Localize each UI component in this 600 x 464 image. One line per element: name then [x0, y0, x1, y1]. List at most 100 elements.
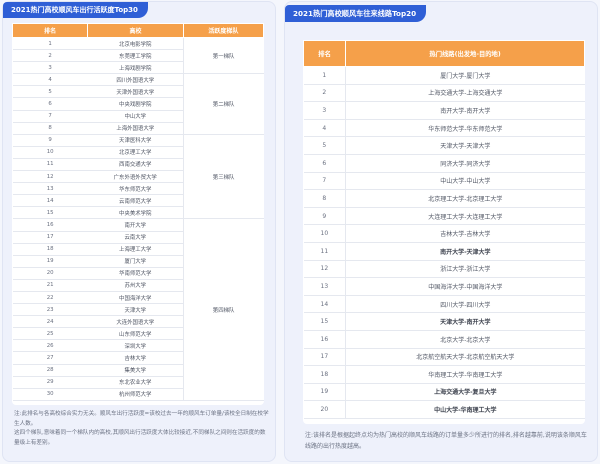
route-cell: 厦门大学-厦门大学 — [345, 66, 585, 85]
routes-table-header-row: 排名 热门线路(出发地-目的地) — [302, 40, 585, 67]
school-cell: 中山大学 — [87, 110, 184, 123]
school-cell: 西南交通大学 — [87, 158, 184, 172]
routes-table-body: 1 厦门大学-厦门大学 2 上海交通大学-上海交通大学 3 南开大学-南开大学 4 华东师范大… — [303, 66, 585, 419]
route-cell: 华南理工大学-华南理工大学 — [345, 365, 585, 384]
route-cell: 华东师范大学-华东师范大学 — [345, 119, 585, 138]
rank-cell: 5 — [12, 85, 88, 99]
school-cell: 华东师范大学 — [87, 182, 184, 196]
rank-cell: 29 — [12, 376, 88, 389]
route-cell: 浙江大学-浙江大学 — [345, 260, 585, 279]
activity-title-banner: 2021热门高校顺风车出行活跃度Top30 — [3, 2, 148, 18]
school-cell: 中国海洋大学 — [87, 291, 184, 305]
table-row: 17 北京航空航天大学-北京航空航天大学 — [303, 348, 585, 367]
school-cell: 吉林大学 — [87, 351, 184, 365]
school-cell: 上海理工大学 — [87, 243, 184, 256]
school-cell: 华南师范大学 — [87, 267, 184, 280]
routes-title-banner: 2021热门高校顺风车往来线路Top20 — [285, 5, 427, 22]
school-cell: 东北农业大学 — [87, 376, 184, 389]
rank-cell: 11 — [303, 242, 347, 261]
rank-cell: 11 — [12, 158, 88, 172]
rank-cell: 21 — [12, 279, 88, 292]
route-cell: 北京理工大学-北京理工大学 — [345, 189, 585, 208]
table-row: 9 大连理工大学-大连理工大学 — [303, 207, 585, 226]
table-row: 1 厦门大学-厦门大学 — [303, 66, 585, 85]
rank-cell: 4 — [12, 73, 88, 87]
table-row: 11 南开大学-天津大学 — [303, 242, 585, 261]
school-cell: 杭州师范大学 — [87, 388, 184, 401]
route-cell: 北京航空航天大学-北京航空航天大学 — [345, 348, 585, 367]
table-row: 4 四川外国语大学 第二梯队 — [12, 73, 264, 135]
table-row: 9 天津医科大学 第三梯队 — [12, 134, 264, 220]
rank-cell: 14 — [303, 295, 347, 314]
table-row: 5 天津大学-天津大学 — [303, 136, 585, 155]
table-row: 15 天津大学-南开大学 — [303, 312, 585, 331]
route-cell: 中山大学-华南理工大学 — [345, 400, 585, 419]
rank-cell: 7 — [303, 172, 347, 191]
route-cell: 四川大学-四川大学 — [345, 295, 585, 314]
rank-cell: 14 — [12, 194, 88, 208]
rank-cell: 19 — [303, 383, 347, 402]
table-row: 18 华南理工大学-华南理工大学 — [303, 365, 585, 384]
table-row: 1 北京电影学院 第一梯队 — [12, 37, 264, 75]
table-row: 13 中国海洋大学-中国海洋大学 — [303, 277, 585, 296]
tier-cell: 第四梯队 — [182, 218, 264, 401]
rank-cell: 8 — [12, 122, 88, 135]
route-cell: 同济大学-同济大学 — [345, 154, 585, 173]
school-cell: 东莞理工学院 — [87, 49, 184, 63]
table-row: 4 华东师范大学-华东师范大学 — [303, 119, 585, 138]
activity-panel: 2021热门高校顺风车出行活跃度Top30 排名 高校 活跃度梯队 1 北京电影学… — [2, 1, 276, 462]
rank-cell: 12 — [12, 170, 88, 184]
table-row: 2 上海交通大学-上海交通大学 — [303, 84, 585, 103]
rank-cell: 20 — [303, 400, 347, 419]
school-cell: 深圳大学 — [87, 339, 184, 353]
activity-footnote-line-2: 这四个梯队,意味着同一个梯队内的高校,其顺风出行活跃度大体比较接近,不同梯队之间… — [14, 430, 266, 446]
rank-cell: 3 — [303, 101, 347, 120]
rank-cell: 15 — [12, 206, 88, 220]
rank-cell: 18 — [12, 243, 88, 256]
header-tier: 活跃度梯队 — [182, 23, 265, 38]
rank-cell: 16 — [12, 218, 88, 232]
table-row: 16 北京大学-北京大学 — [303, 330, 585, 349]
rank-cell: 23 — [12, 303, 88, 317]
header-school: 高校 — [87, 23, 184, 38]
table-row: 7 中山大学-中山大学 — [303, 172, 585, 191]
school-cell: 天津医科大学 — [87, 134, 184, 147]
table-row: 10 吉林大学-吉林大学 — [303, 224, 585, 243]
tier-cell: 第二梯队 — [182, 73, 264, 135]
route-cell: 上海交通大学-复旦大学 — [345, 383, 585, 402]
routes-table-card: 排名 热门线路(出发地-目的地) 1 厦门大学-厦门大学 2 上海交通大学-上海交通大… — [302, 40, 585, 424]
rank-cell: 9 — [12, 134, 88, 147]
rank-cell: 10 — [12, 146, 88, 159]
rank-cell: 1 — [303, 66, 347, 85]
table-row: 12 浙江大学-浙江大学 — [303, 260, 585, 279]
rank-cell: 20 — [12, 267, 88, 280]
rank-cell: 13 — [303, 277, 347, 296]
rank-cell: 1 — [12, 37, 88, 51]
tier-cell: 第三梯队 — [182, 134, 264, 220]
school-cell: 南开大学 — [87, 218, 184, 232]
rank-cell: 13 — [12, 182, 88, 196]
school-cell: 上海戏剧学院 — [87, 61, 184, 75]
rank-cell: 15 — [303, 312, 347, 331]
rank-cell: 28 — [12, 364, 88, 377]
rank-cell: 10 — [303, 224, 347, 243]
rank-cell: 17 — [12, 231, 88, 244]
rank-cell: 16 — [303, 330, 347, 349]
school-cell: 天津外国语大学 — [87, 85, 184, 99]
table-row: 6 同济大学-同济大学 — [303, 154, 585, 173]
school-cell: 四川外国语大学 — [87, 73, 184, 87]
activity-footnote: 注:此排名与各高校综合实力无关。顺风车出行活跃度=该校过去一年的顺风车订单量/该… — [14, 410, 270, 448]
school-cell: 大连外国语大学 — [87, 315, 184, 329]
header-rank: 排名 — [11, 23, 89, 38]
activity-table-card: 排名 高校 活跃度梯队 1 北京电影学院 第一梯队 2 东莞理工学院 3 上海戏剧学院 4 四川… — [11, 23, 265, 405]
rank-cell: 6 — [303, 154, 347, 173]
activity-table-body: 1 北京电影学院 第一梯队 2 东莞理工学院 3 上海戏剧学院 4 四川外国语大学 第二梯队 5 天津… — [12, 37, 264, 401]
route-cell: 天津大学-南开大学 — [345, 312, 585, 331]
tier-cell: 第一梯队 — [182, 37, 264, 75]
routes-table: 排名 热门线路(出发地-目的地) 1 厦门大学-厦门大学 2 上海交通大学-上海交通大… — [302, 40, 585, 419]
rank-cell: 25 — [12, 327, 88, 341]
rank-cell: 9 — [303, 207, 347, 226]
school-cell: 北京理工大学 — [87, 146, 184, 159]
rank-cell: 18 — [303, 365, 347, 384]
school-cell: 上海外国语大学 — [87, 122, 184, 135]
